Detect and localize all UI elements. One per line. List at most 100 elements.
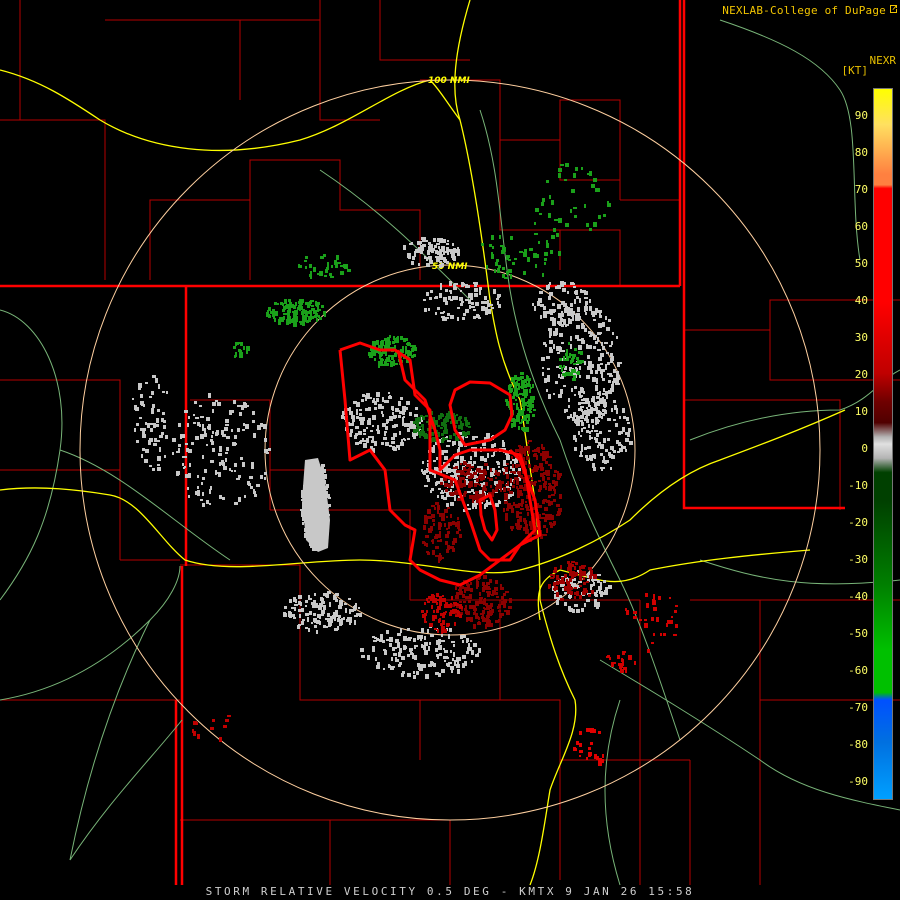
echo-pixel <box>514 461 516 464</box>
echo-pixel <box>500 587 504 590</box>
echo-pixel <box>376 392 380 397</box>
echo-pixel <box>321 610 325 614</box>
echo-pixel <box>597 580 600 583</box>
echo-pixel <box>459 601 462 603</box>
echo-pixel <box>517 493 520 498</box>
echo-pixel <box>444 660 446 662</box>
echo-pixel <box>593 467 596 471</box>
echo-pixel <box>245 424 249 429</box>
echo-pixel <box>438 488 441 490</box>
echo-pixel <box>453 538 457 543</box>
radar-map: 100 NMI 50 NMI <box>0 0 900 886</box>
echo-pixel <box>225 452 228 454</box>
echo-pixel <box>526 420 529 424</box>
echo-pixel <box>510 461 512 464</box>
echo-pixel <box>161 432 164 435</box>
echo-pixel <box>628 655 632 660</box>
echo-pixel <box>478 469 481 473</box>
echo-pixel <box>539 485 542 490</box>
echo-pixel <box>475 505 477 509</box>
echo-pixel <box>511 456 513 459</box>
scale-tick-label: 10 <box>854 405 868 418</box>
echo-pixel <box>484 458 487 462</box>
echo-pixel <box>372 636 375 638</box>
echo-pixel <box>479 490 482 494</box>
echo-pixel <box>193 721 197 725</box>
launch-icon[interactable] <box>889 4 898 14</box>
echo-pixel <box>564 308 568 313</box>
echo-pixel <box>545 451 549 454</box>
echo-pixel <box>559 358 562 361</box>
echo-pixel <box>382 423 386 427</box>
echo-pixel <box>292 614 295 617</box>
echo-pixel <box>552 480 555 484</box>
echo-pixel <box>567 324 569 326</box>
echo-pixel <box>377 428 379 432</box>
echo-pixel <box>219 446 222 449</box>
echo-pixel <box>458 425 461 429</box>
echo-pixel <box>518 386 520 390</box>
echo-pixel <box>435 256 439 258</box>
echo-pixel <box>317 307 319 312</box>
echo-pixel <box>445 602 448 604</box>
echo-pixel <box>609 657 611 660</box>
echo-pixel <box>289 599 292 603</box>
echo-pixel <box>455 438 459 441</box>
echo-pixel <box>491 235 494 240</box>
echo-pixel <box>401 656 405 660</box>
echo-pixel <box>528 440 532 442</box>
echo-pixel <box>283 306 286 310</box>
echo-pixel <box>602 393 605 395</box>
echo-pixel <box>458 589 462 591</box>
echo-pixel <box>445 289 448 292</box>
echo-pixel <box>432 539 434 544</box>
echo-pixel <box>423 614 426 616</box>
echo-pixel <box>460 421 462 423</box>
echo-pixel <box>447 240 449 242</box>
echo-pixel <box>653 633 655 636</box>
echo-pixel <box>149 438 153 442</box>
echo-pixel <box>359 441 361 444</box>
echo-pixel <box>391 355 394 360</box>
echo-pixel <box>443 239 446 243</box>
echo-pixel <box>382 397 384 402</box>
echo-pixel <box>600 353 604 357</box>
echo-pixel <box>468 461 472 464</box>
echo-pixel <box>598 323 602 328</box>
echo-pixel <box>458 604 462 606</box>
echo-pixel <box>595 438 598 443</box>
echo-pixel <box>457 525 460 529</box>
echo-pixel <box>591 184 595 188</box>
echo-pixel <box>495 470 497 474</box>
echo-pixel <box>653 607 657 611</box>
echo-pixel <box>517 525 521 528</box>
echo-pixel <box>588 567 592 570</box>
echo-pixel <box>444 604 447 608</box>
echo-pixel <box>572 355 575 359</box>
echo-pixel <box>425 535 429 538</box>
echo-pixel <box>306 320 309 323</box>
echo-pixel <box>304 260 307 262</box>
echo-pixel <box>594 754 597 759</box>
echo-pixel <box>429 258 432 263</box>
echo-pixel <box>586 407 588 409</box>
echo-pixel <box>157 456 161 461</box>
echo-pixel <box>548 495 551 498</box>
echo-pixel <box>428 664 432 667</box>
echo-pixel <box>432 519 435 522</box>
echo-pixel <box>568 398 570 402</box>
echo-pixel <box>436 243 440 245</box>
echo-pixel <box>382 406 384 409</box>
color-scale-bar <box>873 88 893 800</box>
echo-pixel <box>282 303 284 306</box>
echo-pixel <box>581 609 584 612</box>
echo-pixel <box>548 483 551 485</box>
echo-pixel <box>232 442 236 446</box>
echo-pixel <box>521 382 525 384</box>
echo-pixel <box>476 491 479 493</box>
echo-pixel <box>478 648 481 653</box>
echo-pixel <box>386 630 389 634</box>
echo-pixel <box>199 405 202 407</box>
echo-pixel <box>182 456 186 458</box>
echo-pixel <box>327 262 329 267</box>
